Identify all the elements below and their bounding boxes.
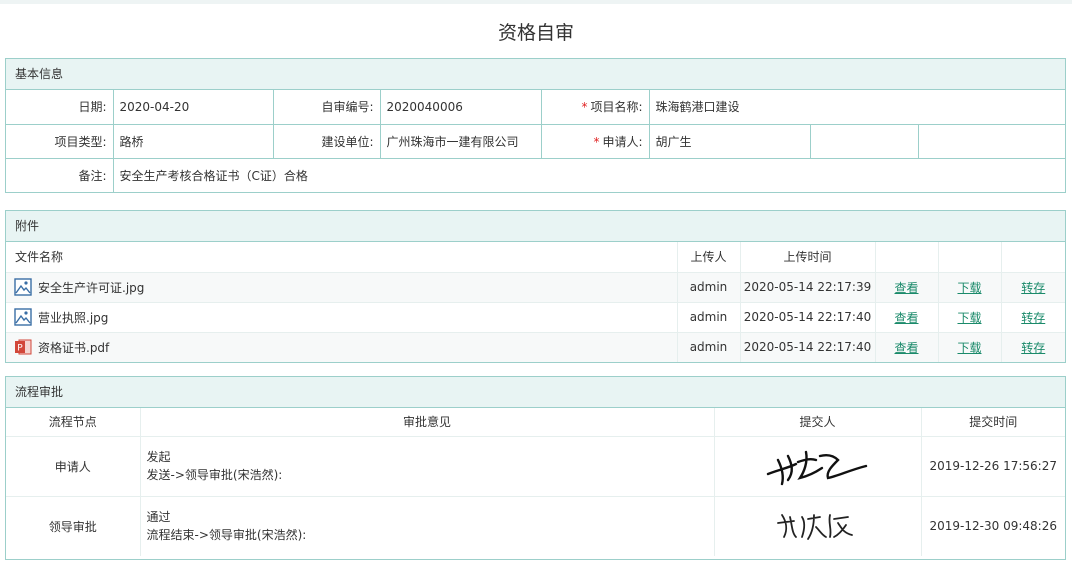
- file-name: 安全生产许可证.jpg: [38, 280, 145, 295]
- attachments-panel: 附件 文件名称 上传人 上传时间 安全生产许可证.jpg admin 2020-…: [5, 210, 1066, 363]
- flow-panel: 流程审批 流程节点 审批意见 提交人 提交时间 申请人 发起 发送->领导审批(…: [5, 376, 1066, 560]
- flow-header: 流程审批: [6, 377, 1065, 408]
- download-cell: 下载: [937, 271, 1001, 302]
- table-row: 安全生产许可证.jpg admin 2020-05-14 22:17:39 查看…: [6, 271, 1065, 302]
- flow-opinion-cell: 发起 发送->领导审批(宋浩然):: [139, 435, 714, 496]
- col-flow-time: 提交时间: [920, 408, 1065, 436]
- remark-label: 备注:: [6, 157, 114, 192]
- upload-time: 2020-05-14 22:17:39: [739, 271, 875, 302]
- attachments-table: 文件名称 上传人 上传时间 安全生产许可证.jpg admin 2020-05-…: [6, 242, 1065, 362]
- file-name-cell: P 资格证书.pdf: [6, 331, 677, 362]
- signature-image: [776, 513, 853, 540]
- col-flow-submitter: 提交人: [713, 408, 921, 436]
- download-cell: 下载: [937, 301, 1001, 332]
- empty-cell: [917, 123, 1065, 159]
- project-type-value: 路桥: [112, 123, 274, 159]
- applicant-label: 申请人:: [602, 134, 643, 149]
- table-row: P 资格证书.pdf admin 2020-05-14 22:17:40 查看 …: [6, 331, 1065, 362]
- submitter-cell: [713, 435, 921, 496]
- col-action-download: [937, 242, 1001, 272]
- table-row: 领导审批 通过 流程结束->领导审批(宋浩然): 2019-12-30 09:4…: [6, 495, 1065, 556]
- col-uploader: 上传人: [676, 242, 740, 272]
- save-link[interactable]: 转存: [1021, 341, 1045, 355]
- uploader: admin: [676, 271, 740, 302]
- download-link[interactable]: 下载: [957, 341, 981, 355]
- save-link[interactable]: 转存: [1021, 311, 1045, 325]
- save-cell: 转存: [1000, 301, 1065, 332]
- file-name-cell: 营业执照.jpg: [6, 301, 677, 332]
- date-value: 2020-04-20: [112, 90, 274, 125]
- view-link[interactable]: 查看: [894, 311, 918, 325]
- flow-detail: 发送->领导审批(宋浩然):: [146, 468, 283, 482]
- project-name-label: 项目名称:: [590, 100, 643, 115]
- basic-info-table: 日期: 2020-04-20 自审编号: 2020040006 * 项目名称: 珠…: [6, 90, 1065, 192]
- save-cell: 转存: [1000, 271, 1065, 302]
- pdf-file-icon: P: [15, 339, 32, 355]
- applicant-label-cell: * 申请人:: [540, 123, 650, 159]
- project-name-label-cell: * 项目名称:: [540, 90, 650, 125]
- upload-time: 2020-05-14 22:17:40: [739, 301, 875, 332]
- download-cell: 下载: [937, 331, 1001, 362]
- col-flow-node: 流程节点: [48, 415, 97, 430]
- flow-opinion: 通过: [146, 510, 171, 525]
- svg-text:P: P: [17, 344, 23, 354]
- submitter-cell: [713, 495, 921, 556]
- remark-value: 安全生产考核合格证书（C证）合格: [112, 157, 1065, 192]
- flow-time: 2019-12-30 09:48:26: [920, 495, 1065, 556]
- file-name-cell: 安全生产许可证.jpg: [6, 271, 677, 302]
- flow-node: 申请人: [6, 435, 140, 496]
- flow-time: 2019-12-26 17:56:27: [920, 435, 1065, 496]
- view-cell: 查看: [874, 331, 938, 362]
- download-link[interactable]: 下载: [957, 281, 981, 295]
- uploader: admin: [676, 301, 740, 332]
- project-type-label: 项目类型:: [6, 123, 114, 159]
- file-name: 营业执照.jpg: [38, 310, 109, 325]
- col-action-save: [1000, 242, 1065, 272]
- view-link[interactable]: 查看: [894, 281, 918, 295]
- selfno-label: 自审编号:: [272, 90, 381, 125]
- flow-node: 领导审批: [6, 495, 140, 556]
- applicant-value: 胡广生: [648, 123, 811, 159]
- attachments-header: 附件: [6, 211, 1065, 242]
- page-title: 资格自审: [497, 22, 574, 44]
- signature-image: [766, 450, 867, 485]
- build-unit-value: 广州珠海市一建有限公司: [379, 123, 542, 159]
- date-label: 日期:: [6, 90, 114, 125]
- col-flow-opinion: 审批意见: [139, 408, 714, 436]
- empty-cell: [809, 123, 919, 159]
- save-cell: 转存: [1000, 331, 1065, 362]
- col-action-view: [874, 242, 938, 272]
- view-link[interactable]: 查看: [894, 341, 918, 355]
- view-cell: 查看: [874, 271, 938, 302]
- flow-table: 流程节点 审批意见 提交人 提交时间 申请人 发起 发送->领导审批(宋浩然):…: [6, 408, 1065, 556]
- top-bar: [0, 0, 1072, 4]
- selfno-value: 2020040006: [379, 90, 542, 125]
- image-file-icon: [14, 278, 32, 296]
- basic-info-panel: 基本信息 日期: 2020-04-20 自审编号: 2020040006 * 项目…: [5, 58, 1066, 193]
- build-unit-label: 建设单位:: [272, 123, 381, 159]
- save-link[interactable]: 转存: [1021, 281, 1045, 295]
- flow-detail: 流程结束->领导审批(宋浩然):: [146, 528, 307, 543]
- image-file-icon: [14, 308, 32, 326]
- required-mark: *: [581, 100, 588, 115]
- table-row: 申请人 发起 发送->领导审批(宋浩然): 2019-12-26 17:56:2…: [6, 435, 1065, 496]
- required-mark: *: [593, 134, 600, 149]
- basic-info-header: 基本信息: [6, 59, 1065, 90]
- project-name-value: 珠海鹤港口建设: [648, 90, 1065, 125]
- flow-opinion: 发起: [146, 450, 171, 464]
- upload-time: 2020-05-14 22:17:40: [739, 331, 875, 362]
- view-cell: 查看: [874, 301, 938, 332]
- uploader: admin: [676, 331, 740, 362]
- file-name: 资格证书.pdf: [38, 340, 110, 355]
- table-row: 营业执照.jpg admin 2020-05-14 22:17:40 查看 下载…: [6, 301, 1065, 332]
- download-link[interactable]: 下载: [957, 311, 981, 325]
- col-upload-time: 上传时间: [739, 242, 875, 272]
- flow-opinion-cell: 通过 流程结束->领导审批(宋浩然):: [139, 495, 714, 556]
- col-file-name: 文件名称: [15, 250, 64, 265]
